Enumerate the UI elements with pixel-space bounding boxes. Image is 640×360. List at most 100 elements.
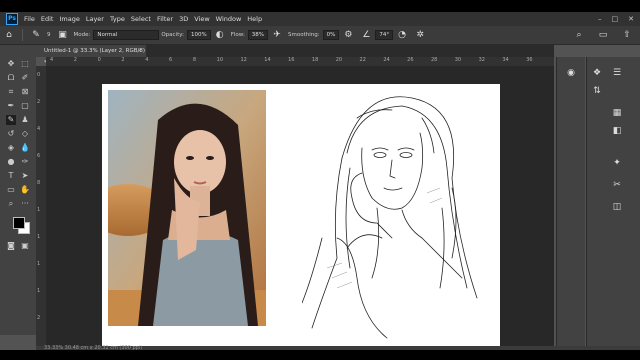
ruler-tick-label: 28 <box>430 57 438 63</box>
ruler-tick-label: 4 <box>50 57 54 63</box>
menu-edit[interactable]: Edit <box>41 15 54 23</box>
reference-photo <box>108 90 266 326</box>
foreground-color-swatch[interactable] <box>13 217 25 229</box>
ruler-tick-label: 16 <box>288 57 295 63</box>
letterbox-top <box>0 0 640 12</box>
clone-source-icon[interactable]: ✂ <box>611 179 623 191</box>
opacity-field[interactable]: 100% <box>186 30 211 40</box>
eyedropper-icon[interactable]: ✒ <box>6 101 16 111</box>
rectangle-tool-icon[interactable]: ▭ <box>6 185 16 195</box>
butterfly-icon[interactable]: ✲ <box>414 29 426 41</box>
ruler-tick-label: 2 <box>121 57 125 63</box>
document-canvas[interactable] <box>102 84 500 346</box>
hand-tool-icon[interactable]: ✋ <box>20 185 30 195</box>
dodge-tool-icon[interactable]: ● <box>6 157 16 167</box>
adjustments-icon[interactable]: ⇅ <box>591 85 603 97</box>
ruler-tick-label: 22 <box>359 57 366 63</box>
history-brush-icon[interactable]: ↺ <box>6 129 16 139</box>
path-select-icon[interactable]: ➤ <box>20 171 30 181</box>
menu-3d[interactable]: 3D <box>179 15 188 23</box>
quick-mask-icon[interactable]: ◙ <box>6 241 16 251</box>
app-logo: Ps <box>6 13 18 25</box>
history-icon[interactable]: ◧ <box>611 125 623 137</box>
ruler-tick-label: 0 <box>97 57 101 63</box>
brush-tool-icon[interactable]: ✎ <box>6 115 16 125</box>
menu-help[interactable]: Help <box>247 15 262 23</box>
paint-bucket-icon[interactable]: ◈ <box>6 143 16 153</box>
menu-type[interactable]: Type <box>110 15 125 23</box>
frame-tool-icon[interactable]: ⊠ <box>20 87 30 97</box>
close-button[interactable]: ✕ <box>628 15 634 23</box>
flow-field[interactable]: 38% <box>247 30 269 40</box>
menu-select[interactable]: Select <box>131 15 151 23</box>
ruler-tick-label: 6 <box>37 153 41 159</box>
ruler-tick-label: 34 <box>502 57 509 63</box>
ruler-tick-label: 10 <box>216 57 224 63</box>
document-tab[interactable]: Untitled-1 @ 33.3% (Layer 2, RGB/8) * × <box>36 45 146 66</box>
share-icon[interactable]: ⇧ <box>621 29 633 41</box>
brush-size[interactable]: 9 <box>47 32 51 38</box>
ruler-tick-label: 2 <box>73 57 77 63</box>
smoothing-field[interactable]: 0% <box>322 30 340 40</box>
pen-tool-icon[interactable]: ✑ <box>20 157 30 167</box>
healing-brush-icon[interactable]: ▢ <box>20 101 30 111</box>
stamp-tool-icon[interactable]: ♟ <box>20 115 30 125</box>
properties-icon[interactable]: ▦ <box>611 107 623 119</box>
type-tool-icon[interactable]: T <box>6 171 16 181</box>
menu-filter[interactable]: Filter <box>157 15 173 23</box>
ruler-tick-label: 36 <box>526 57 533 63</box>
brush-settings-icon[interactable]: ✦ <box>611 157 623 169</box>
vertical-ruler: 0 2 4 6 8 1 1 1 1 2 <box>36 66 46 346</box>
document-tab-bar: Untitled-1 @ 33.3% (Layer 2, RGB/8) * × <box>36 45 554 66</box>
ruler-tick-label: 12 <box>240 57 247 63</box>
eraser-tool-icon[interactable]: ◇ <box>20 129 30 139</box>
home-icon[interactable]: ⌂ <box>3 29 15 41</box>
ruler-tick-label: 32 <box>478 57 485 63</box>
marquee-tool-icon[interactable]: ⬚ <box>20 59 30 69</box>
minimize-button[interactable]: – <box>598 15 602 23</box>
ruler-tick-label: 8 <box>37 180 41 186</box>
menu-file[interactable]: File <box>24 15 35 23</box>
menu-layer[interactable]: Layer <box>86 15 104 23</box>
smoothing-label: Smoothing: <box>288 32 320 38</box>
tab-close-icon[interactable]: × <box>137 45 142 57</box>
color-wheel-icon[interactable]: ◉ <box>565 67 577 79</box>
crop-tool-icon[interactable]: ⌗ <box>6 87 16 97</box>
layers-icon[interactable]: ❖ <box>591 67 603 79</box>
ruler-tick-label: 8 <box>192 57 197 63</box>
screen-mode-icon[interactable]: ▣ <box>20 241 30 251</box>
channels-icon[interactable]: ◫ <box>611 201 623 213</box>
pressure-size-icon[interactable]: ◔ <box>396 29 408 41</box>
ruler-tick-label: 24 <box>383 57 390 63</box>
angle-field[interactable]: 74° <box>375 30 394 40</box>
maximize-button[interactable]: □ <box>612 15 619 23</box>
window-controls: – □ ✕ <box>598 12 634 26</box>
move-tool-icon[interactable]: ✥ <box>6 59 16 69</box>
gear-icon[interactable]: ⚙ <box>342 29 354 41</box>
menu-window[interactable]: Window <box>216 15 242 23</box>
blur-tool-icon[interactable]: 💧 <box>20 143 30 153</box>
ruler-tick-label: 1 <box>37 207 41 213</box>
brush-panel-icon[interactable]: ▣ <box>57 29 69 41</box>
quick-select-icon[interactable]: ✐ <box>20 73 30 83</box>
angle-icon: ∠ <box>362 30 371 40</box>
ruler-tick-label: 1 <box>37 261 41 267</box>
search-icon[interactable]: ⌕ <box>573 29 585 41</box>
ruler-tick-label: 20 <box>335 57 343 63</box>
menu-view[interactable]: View <box>194 15 209 23</box>
airbrush-icon[interactable]: ✈ <box>271 29 283 41</box>
zoom-tool-icon[interactable]: ⌕ <box>6 199 16 209</box>
canvas-workspace[interactable] <box>46 66 554 346</box>
options-right: ⌕ ▭ ⇧ <box>570 29 636 41</box>
pressure-opacity-icon[interactable]: ◐ <box>214 29 226 41</box>
ruler-tick-label: 1 <box>37 234 41 240</box>
lasso-tool-icon[interactable]: ᗝ <box>6 73 16 83</box>
more-tools-icon[interactable]: ··· <box>20 199 30 209</box>
mode-select[interactable]: Normal <box>93 30 160 40</box>
brush-icon[interactable]: ✎ <box>30 29 42 41</box>
libraries-icon[interactable]: ☰ <box>611 67 623 79</box>
menu-image[interactable]: Image <box>59 15 79 23</box>
workspace-icon[interactable]: ▭ <box>597 29 609 41</box>
horizontal-ruler: 4 2 0 2 4 6 8 10 12 14 16 18 20 22 24 26 28 30 32 34 36 <box>46 57 554 66</box>
flow-label: Flow: <box>230 32 245 38</box>
